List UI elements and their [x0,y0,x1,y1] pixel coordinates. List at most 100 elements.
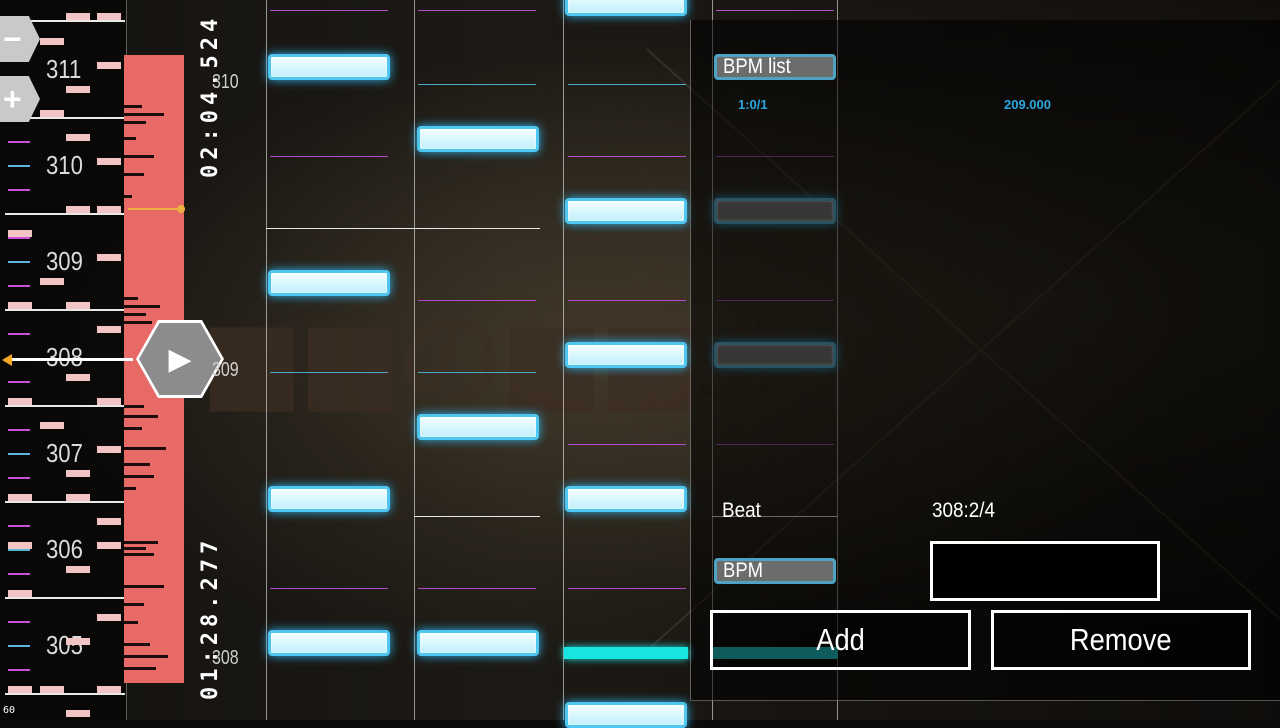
ruler-zoom-value: 60 [3,705,16,716]
note-marker [8,302,32,309]
note-marker [8,494,32,501]
playhead-line [5,358,133,361]
note-marker [97,518,121,525]
bpm-input[interactable] [930,541,1160,601]
beat-tick [8,429,30,431]
note-marker [66,710,90,717]
note-marker [8,542,32,549]
lane-border [266,0,267,720]
marker-line [128,208,180,210]
measure-line [5,501,125,503]
note-marker [66,302,90,309]
beat-tick [8,261,30,263]
note-marker [66,86,90,93]
note-marker [40,686,64,693]
beat-tick [8,477,30,479]
note-marker [8,398,32,405]
beat-tick [8,237,30,239]
tap-note[interactable] [268,54,390,80]
note-marker [97,446,121,453]
bpm-entry-value[interactable]: 209.000 [1004,97,1051,112]
current-beat-highlight [564,647,688,659]
beat-tick [8,525,30,527]
note-marker [8,686,32,693]
note-marker [97,13,121,20]
note-marker [40,422,64,429]
measure-line [5,309,125,311]
measure-line [5,213,125,215]
note-marker [8,590,32,597]
beat-tick [8,549,30,551]
tap-note[interactable] [565,342,687,368]
note-marker [66,134,90,141]
note-marker [66,206,90,213]
lane-border [414,0,415,720]
tap-note[interactable] [565,702,687,728]
note-marker [66,470,90,477]
note-marker [66,374,90,381]
playhead-arrow-icon [2,354,12,366]
tap-note[interactable] [565,198,687,224]
time-bottom: 01:28.277 [198,535,223,700]
beat-label: Beat [722,499,761,522]
beat-tick [8,621,30,623]
tap-note[interactable] [268,630,390,656]
measure-number: 309 [46,246,83,276]
add-button[interactable]: Add [710,610,971,670]
tap-note[interactable] [417,126,539,152]
note-marker [8,230,32,237]
measure-number: 306 [46,534,83,564]
beat-value: 308:2/4 [932,499,996,522]
note-marker [97,326,121,333]
note-marker [97,62,121,69]
measure-number: 311 [46,54,82,84]
beat-tick [8,141,30,143]
note-marker [97,542,121,549]
tap-note[interactable] [268,270,390,296]
section-number: 310 [212,71,239,93]
measure-line [5,693,125,695]
beat-tick [8,165,30,167]
beat-tick [8,645,30,647]
measure-number: 310 [46,150,83,180]
bpm-label: BPM [714,558,836,584]
note-marker [66,566,90,573]
bpm-list-header: BPM list [714,54,836,80]
note-marker [97,158,121,165]
lane-border [563,0,564,720]
note-marker [66,638,90,645]
note-marker [40,110,64,117]
measure-number: 307 [46,438,83,468]
beat-tick [8,333,30,335]
tap-note[interactable] [417,414,539,440]
beat-tick [8,573,30,575]
note-marker [97,254,121,261]
note-marker [40,278,64,285]
beat-tick [8,669,30,671]
time-top: 02:04.524 [198,13,223,178]
tap-note[interactable] [417,630,539,656]
section-number: 308 [212,647,239,669]
marker-dot [177,205,185,213]
note-marker [97,686,121,693]
tap-note[interactable] [268,486,390,512]
measure-number: 305 [46,630,83,660]
note-marker [97,206,121,213]
note-marker [97,398,121,405]
section-number: 309 [212,359,239,381]
measure-line [5,405,125,407]
tap-note[interactable] [565,486,687,512]
note-marker [97,614,121,621]
note-marker [40,38,64,45]
tap-note[interactable] [565,0,687,16]
note-marker [66,494,90,501]
beat-tick [8,189,30,191]
note-marker [66,13,90,20]
beat-tick [8,381,30,383]
measure-line [5,597,125,599]
remove-button[interactable]: Remove [991,610,1251,670]
bpm-entry-beat[interactable]: 1:0/1 [738,97,768,112]
beat-tick [8,285,30,287]
beat-tick [8,453,30,455]
play-icon: ▶ [168,342,192,376]
